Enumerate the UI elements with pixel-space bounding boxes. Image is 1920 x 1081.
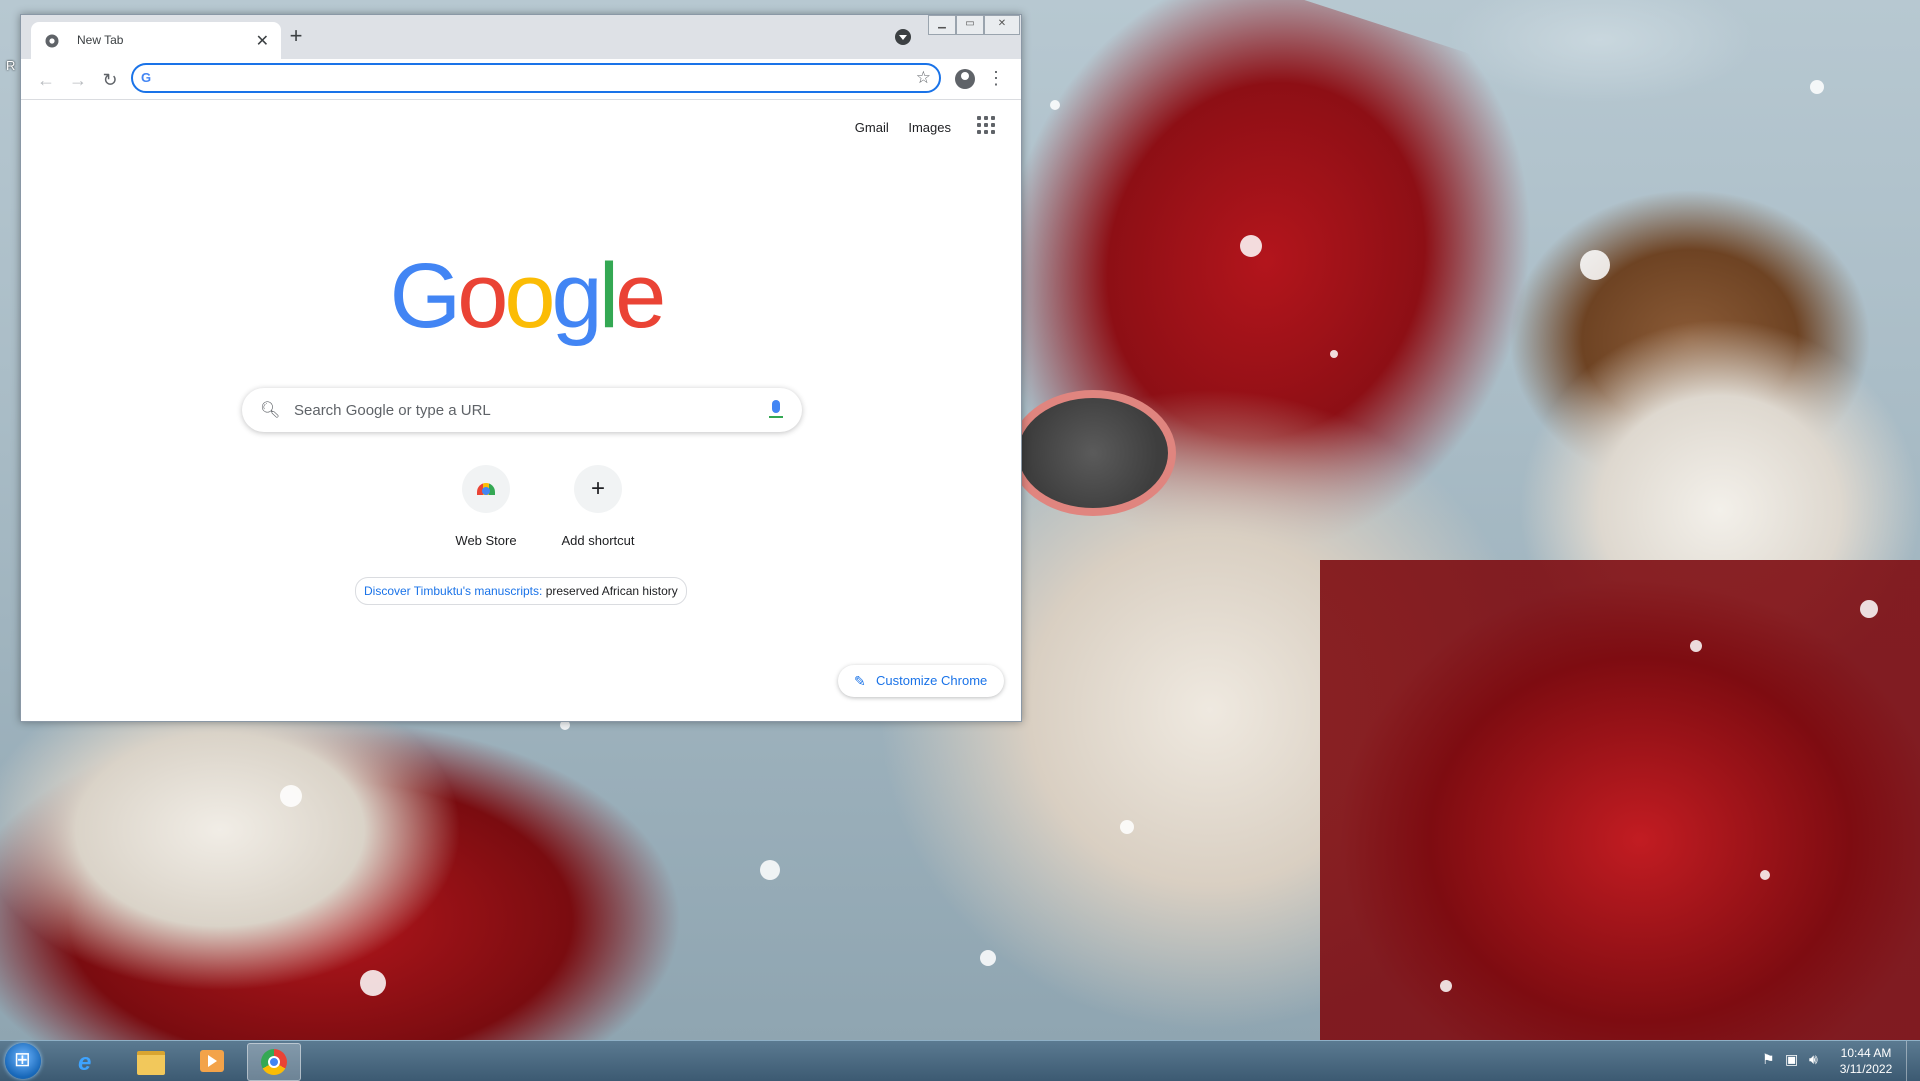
kebab-menu-icon[interactable]: ⋮ xyxy=(987,67,1005,91)
internet-explorer-icon: e xyxy=(78,1049,92,1076)
address-bar[interactable]: G ☆ xyxy=(131,63,941,93)
search-icon: 🔍︎ xyxy=(260,402,281,419)
chrome-window: New Tab ✕ + ▁ ▭ ✕ ← → ↻ G ☆ ⋮ Gmail Imag… xyxy=(20,14,1022,722)
microphone-icon[interactable] xyxy=(769,400,783,418)
shortcut-label: Add shortcut xyxy=(561,533,635,548)
snowflake xyxy=(1690,640,1702,652)
wallpaper-sunglasses xyxy=(1010,390,1176,516)
desktop-icon-label[interactable]: R xyxy=(6,58,15,73)
chrome-icon xyxy=(261,1049,287,1075)
plus-icon: + xyxy=(574,465,622,513)
snowflake xyxy=(1860,600,1878,618)
top-links: Gmail Images xyxy=(839,120,951,135)
browser-toolbar: ← → ↻ G ☆ ⋮ xyxy=(21,59,1021,100)
snowflake xyxy=(280,785,302,807)
show-desktop-button[interactable] xyxy=(1906,1041,1920,1081)
back-button[interactable]: ← xyxy=(35,69,57,91)
close-window-button[interactable]: ✕ xyxy=(984,15,1020,35)
web-store-tile xyxy=(462,465,510,513)
snowflake xyxy=(360,970,386,996)
customize-label: Customize Chrome xyxy=(876,673,988,688)
shortcut-label: Web Store xyxy=(455,533,517,548)
tab-search-button[interactable] xyxy=(895,29,911,45)
google-apps-icon[interactable] xyxy=(977,116,995,134)
search-placeholder: Search Google or type a URL xyxy=(294,402,491,419)
taskbar-media-player[interactable] xyxy=(186,1043,238,1079)
reload-button[interactable]: ↻ xyxy=(99,69,121,91)
snowflake xyxy=(760,860,780,880)
clock-time: 10:44 AM xyxy=(1840,1046,1892,1060)
shortcut-web-store[interactable]: Web Store xyxy=(430,465,542,548)
snowflake xyxy=(1050,100,1060,110)
media-player-icon xyxy=(200,1050,224,1072)
folder-icon xyxy=(137,1051,165,1075)
taskbar-internet-explorer[interactable]: e xyxy=(64,1043,116,1079)
forward-button[interactable]: → xyxy=(67,69,89,91)
bookmark-star-icon[interactable]: ☆ xyxy=(916,68,931,88)
ntp-search-box[interactable]: 🔍︎ Search Google or type a URL xyxy=(242,388,802,432)
snowflake xyxy=(980,950,996,966)
network-icon[interactable]: ▣ xyxy=(1785,1051,1798,1068)
gmail-link[interactable]: Gmail xyxy=(855,120,889,135)
webstore-icon xyxy=(477,483,495,495)
new-tab-button[interactable]: + xyxy=(283,24,309,50)
minimize-button[interactable]: ▁ xyxy=(928,15,956,35)
taskbar: e ⚑ ▣ 🔊︎ 10:44 AM 3/11/2022 xyxy=(0,1040,1920,1081)
snowflake xyxy=(1440,980,1452,992)
tab-new-tab[interactable]: New Tab ✕ xyxy=(31,22,281,59)
volume-icon[interactable]: 🔊︎ xyxy=(1809,1051,1818,1068)
taskbar-chrome[interactable] xyxy=(247,1043,301,1081)
images-link[interactable]: Images xyxy=(908,120,951,135)
wallpaper-coat xyxy=(1320,560,1920,1040)
snowflake xyxy=(1120,820,1134,834)
taskbar-file-explorer[interactable] xyxy=(125,1043,177,1079)
clock-date: 3/11/2022 xyxy=(1839,1062,1893,1076)
tab-strip: New Tab ✕ + ▁ ▭ ✕ xyxy=(21,15,1021,59)
tab-close-icon[interactable]: ✕ xyxy=(256,31,269,51)
google-logo: Google xyxy=(389,245,667,347)
profile-icon[interactable] xyxy=(955,69,975,89)
pencil-icon: ✎ xyxy=(854,673,866,689)
snowflake xyxy=(1760,870,1770,880)
snowflake xyxy=(1810,80,1824,94)
start-button[interactable] xyxy=(5,1043,41,1079)
promo-link[interactable]: Discover Timbuktu's manuscripts: xyxy=(364,584,542,598)
new-tab-page: Gmail Images Google 🔍︎ Search Google or … xyxy=(21,100,1021,721)
promo-chip[interactable]: Discover Timbuktu's manuscripts: preserv… xyxy=(355,577,687,605)
promo-text: preserved African history xyxy=(545,584,678,598)
tab-title: New Tab xyxy=(77,33,124,47)
shortcut-add[interactable]: + Add shortcut xyxy=(542,465,654,548)
action-center-flag-icon[interactable]: ⚑ xyxy=(1762,1051,1775,1068)
restore-button[interactable]: ▭ xyxy=(956,15,984,35)
google-g-icon: G xyxy=(141,70,152,85)
customize-chrome-button[interactable]: ✎ Customize Chrome xyxy=(838,665,1004,697)
snowflake xyxy=(1240,235,1262,257)
snowflake xyxy=(1330,350,1338,358)
address-input[interactable] xyxy=(163,68,867,90)
chrome-favicon-icon xyxy=(45,34,59,48)
snowflake xyxy=(1580,250,1610,280)
system-clock[interactable]: 10:44 AM 3/11/2022 xyxy=(1836,1045,1896,1077)
